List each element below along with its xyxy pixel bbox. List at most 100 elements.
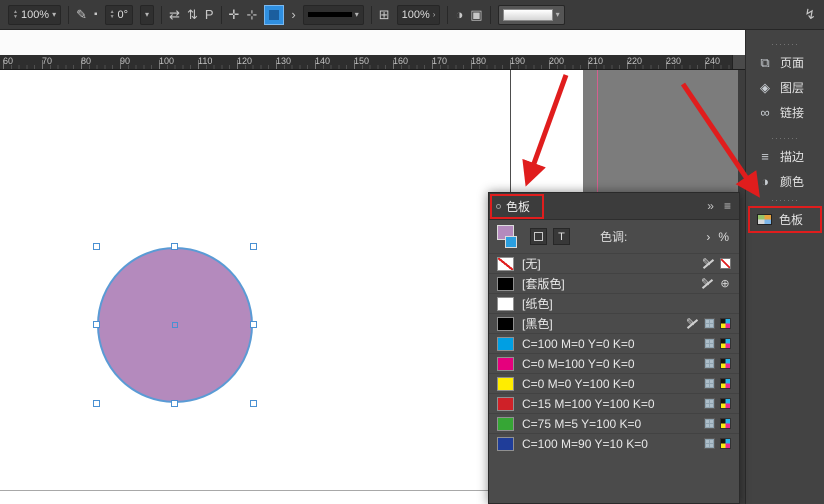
swatch-row[interactable]: [无] <box>489 253 739 273</box>
stroke-style-dropdown[interactable]: ▾ <box>303 5 364 25</box>
color-icon: ◑ <box>757 174 773 189</box>
dock-item-swatches[interactable]: 色板 <box>748 206 822 233</box>
swatch-name: [套版色] <box>522 275 565 292</box>
gradient-square-icon[interactable]: ▣ <box>470 7 482 23</box>
chevron-down-icon[interactable]: ▾ <box>355 10 359 19</box>
cmyk-chip-icon <box>720 378 731 389</box>
pen-p-icon[interactable]: P <box>205 7 214 22</box>
ruler-label: 100 <box>159 56 174 66</box>
swatch-row-icons <box>701 277 731 290</box>
swatches-panel-toolbar: T 色调: › % <box>489 220 739 253</box>
swatch-row[interactable]: C=0 M=0 Y=100 K=0 <box>489 373 739 393</box>
dock-item-pages[interactable]: ⧉ 页面 <box>748 50 822 75</box>
tint-label: 色调: <box>600 228 627 245</box>
panel-group-grip[interactable] <box>746 196 824 204</box>
chevron-down-icon[interactable]: ▾ <box>145 10 149 19</box>
ruler-label: 230 <box>666 56 681 66</box>
rotation-preset-dropdown[interactable]: ▾ <box>140 5 154 25</box>
zoom-combo[interactable]: 100% ▾ <box>8 5 61 25</box>
shared-chip-icon <box>704 438 715 449</box>
swatch-row[interactable]: [纸色] <box>489 293 739 313</box>
frame-grid-icon[interactable]: ⊞ <box>379 7 390 23</box>
ruler-label: 90 <box>120 56 130 66</box>
selection-handle[interactable] <box>93 321 100 328</box>
ruler-label: 80 <box>81 56 91 66</box>
swatch-row[interactable]: C=15 M=100 Y=100 K=0 <box>489 393 739 413</box>
selection-handle[interactable] <box>250 400 257 407</box>
none-chip-icon <box>720 258 731 269</box>
swatch-square-icon[interactable]: ▪ <box>94 9 98 20</box>
center-point-marker[interactable] <box>172 322 178 328</box>
swatch-row[interactable]: [套版色] <box>489 273 739 293</box>
swatches-icon <box>757 214 772 225</box>
formatting-affects-container-button[interactable] <box>530 228 547 245</box>
align-cross-icon[interactable]: ✛ <box>229 7 240 23</box>
swatch-row[interactable]: C=100 M=0 Y=0 K=0 <box>489 333 739 353</box>
chevron-right-icon[interactable]: › <box>291 7 295 22</box>
ruler-label: 110 <box>198 56 212 66</box>
selection-handle[interactable] <box>171 400 178 407</box>
panel-menu-icon[interactable]: ≡ <box>724 199 731 213</box>
ruler-label: 60 <box>3 56 13 66</box>
panel-group-grip[interactable] <box>746 134 824 142</box>
swatch-name: C=0 M=0 Y=100 K=0 <box>522 377 635 391</box>
selection-handle[interactable] <box>93 243 100 250</box>
baseline-grid-icon[interactable]: ⊹ <box>246 7 257 23</box>
fill-color-button[interactable] <box>264 5 284 25</box>
selected-ellipse-group[interactable] <box>97 247 253 403</box>
dock-item-links[interactable]: ∞链接 <box>748 100 822 125</box>
fill-stroke-proxy[interactable] <box>497 224 524 250</box>
chevron-right-icon[interactable]: › <box>433 10 436 19</box>
toolbar-divider <box>371 6 372 24</box>
swatch-row[interactable]: C=100 M=90 Y=10 K=0 <box>489 433 739 453</box>
rotation-value: 0° <box>118 9 129 21</box>
pencil-icon[interactable]: ✎ <box>76 7 87 23</box>
tint-percent-label: % <box>718 230 729 244</box>
dock-item-label: 页面 <box>780 54 804 71</box>
dock-item-layers[interactable]: ◈图层 <box>748 75 822 100</box>
stepper-icon[interactable] <box>110 10 115 20</box>
cmyk-chip-icon <box>720 418 731 429</box>
dock-item-label: 描边 <box>780 148 804 165</box>
preview-color-dropdown[interactable]: ▾ <box>498 5 565 25</box>
swatch-row[interactable]: C=0 M=100 Y=0 K=0 <box>489 353 739 373</box>
stepper-icon[interactable] <box>13 10 18 20</box>
selection-handle[interactable] <box>93 400 100 407</box>
opacity-combo[interactable]: 100% › <box>397 5 441 25</box>
swatch-row[interactable]: C=75 M=5 Y=100 K=0 <box>489 413 739 433</box>
swatch-row-icons <box>686 317 731 330</box>
selection-handle[interactable] <box>250 243 257 250</box>
dock-item-color[interactable]: ◑颜色 <box>748 169 822 194</box>
formatting-affects-text-button[interactable]: T <box>553 228 570 245</box>
cmyk-chip-icon <box>720 358 731 369</box>
swatches-panel-tab[interactable]: 色板 <box>490 194 544 219</box>
chevron-down-icon[interactable]: ▾ <box>52 10 56 19</box>
chevron-down-icon[interactable]: ▾ <box>556 10 560 19</box>
gradient-circle-icon[interactable]: ◑ <box>455 7 463 22</box>
tint-chevron-icon[interactable]: › <box>706 230 710 244</box>
ruler-label: 140 <box>315 56 330 66</box>
swatch-name: C=100 M=0 Y=0 K=0 <box>522 337 635 351</box>
swatches-panel: 色板 » ≡ T 色调: › % [无] [套版色][纸色][黑色] C=100 M… <box>488 192 740 504</box>
swatch-name: C=15 M=100 Y=100 K=0 <box>522 397 655 411</box>
selection-handle[interactable] <box>171 243 178 250</box>
pages-icon: ⧉ <box>757 55 773 71</box>
swatch-name: [无] <box>522 255 541 272</box>
flip-horizontal-icon[interactable]: ⇄ <box>169 7 180 23</box>
collapse-panel-icon[interactable]: » <box>707 199 714 213</box>
stroke-icon: ≡ <box>757 149 773 164</box>
swatch-row[interactable]: [黑色] <box>489 313 739 333</box>
workspace-bolt-icon[interactable]: ↯ <box>804 6 816 23</box>
dock-item-stroke[interactable]: ≡ 描边 <box>748 144 822 169</box>
panel-group-grip[interactable] <box>746 40 824 48</box>
ruler-label: 180 <box>471 56 486 66</box>
ruler-end-box <box>732 55 745 69</box>
shared-chip-icon <box>704 358 715 369</box>
toolbar-divider <box>161 6 162 24</box>
rotation-combo[interactable]: 0° <box>105 5 133 25</box>
selection-handle[interactable] <box>250 321 257 328</box>
stroke-proxy-swatch[interactable] <box>505 236 517 248</box>
flip-vertical-icon[interactable]: ⇅ <box>187 7 198 23</box>
horizontal-ruler[interactable]: 6070809010011012013014015016017018019020… <box>0 55 745 70</box>
stroke-preview <box>308 12 352 17</box>
